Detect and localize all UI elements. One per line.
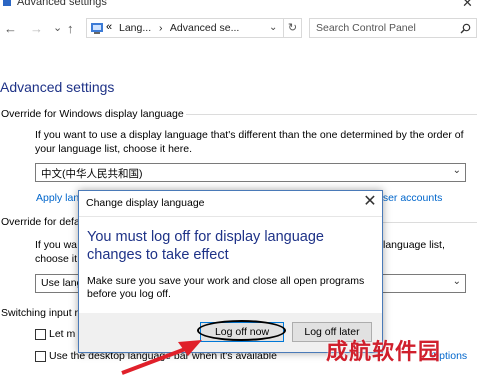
breadcrumb-item-advanced[interactable]: Advanced se... — [170, 22, 239, 34]
let-me-checkbox[interactable] — [35, 329, 46, 340]
desktop-language-bar-checkbox[interactable] — [35, 351, 46, 362]
window-title-bar: Advanced settings ✕ — [0, 0, 477, 12]
breadcrumb-separator: › — [159, 22, 163, 34]
back-arrow-icon[interactable]: ← — [4, 22, 17, 36]
window-title: Advanced settings — [17, 0, 107, 8]
search-placeholder: Search Control Panel — [316, 22, 416, 34]
display-language-value: 中文(中华人民共和国) — [41, 168, 143, 180]
apply-language-link[interactable]: Apply lan — [36, 192, 79, 204]
breadcrumb: Lang... › Advanced se... — [119, 22, 239, 34]
section-header-switching-input: Switching input r — [1, 307, 79, 319]
breadcrumb-overflow[interactable]: « — [106, 21, 112, 33]
highlight-ellipse — [197, 320, 286, 341]
address-dropdown-icon[interactable]: ⌄ — [269, 22, 277, 33]
chevron-down-icon: ⌄ — [452, 276, 461, 287]
display-language-description: If you want to use a display language th… — [35, 129, 464, 155]
breadcrumb-item-language[interactable]: Lang... — [119, 22, 151, 34]
section-header-display-language: Override for Windows display language — [1, 108, 184, 120]
red-pointer-arrow — [121, 340, 202, 375]
search-icon[interactable] — [460, 23, 471, 34]
dialog-title-bar: Change display language ✕ — [79, 191, 382, 217]
default-input-value: Use lang — [41, 277, 83, 289]
forward-arrow-icon[interactable]: → — [30, 22, 43, 36]
window-icon — [3, 0, 11, 6]
section-divider — [383, 222, 477, 223]
window-close-icon[interactable]: ✕ — [462, 0, 473, 11]
address-bar[interactable]: « Lang... › Advanced se... ⌄ — [86, 18, 284, 38]
display-language-dropdown[interactable]: 中文(中华人民共和国) ⌄ — [35, 163, 466, 182]
default-input-description-right: language list, — [383, 239, 445, 251]
section-divider — [186, 114, 477, 115]
control-panel-icon — [91, 23, 103, 34]
refresh-icon[interactable]: ↻ — [284, 18, 302, 38]
let-me-label: Let m — [49, 328, 76, 340]
default-input-description-1: If you wa — [35, 239, 78, 251]
dialog-title: Change display language — [86, 197, 205, 209]
page-title: Advanced settings — [0, 79, 115, 95]
recent-dropdown-icon[interactable]: ⌄ — [53, 21, 62, 35]
dialog-headline: You must log off for display language ch… — [87, 229, 324, 263]
search-input[interactable]: Search Control Panel — [309, 18, 477, 38]
chevron-down-icon: ⌄ — [452, 165, 461, 176]
watermark-text: 成航软件园 — [326, 339, 442, 364]
section-header-default-input: Override for defa — [1, 216, 80, 228]
close-icon[interactable]: ✕ — [360, 192, 380, 212]
apply-user-accounts-link[interactable]: user accounts — [377, 192, 442, 204]
default-input-description-2: choose it — [35, 253, 78, 265]
up-arrow-icon[interactable]: ↑ — [67, 22, 74, 36]
dialog-body: Make sure you save your work and close a… — [87, 275, 365, 300]
